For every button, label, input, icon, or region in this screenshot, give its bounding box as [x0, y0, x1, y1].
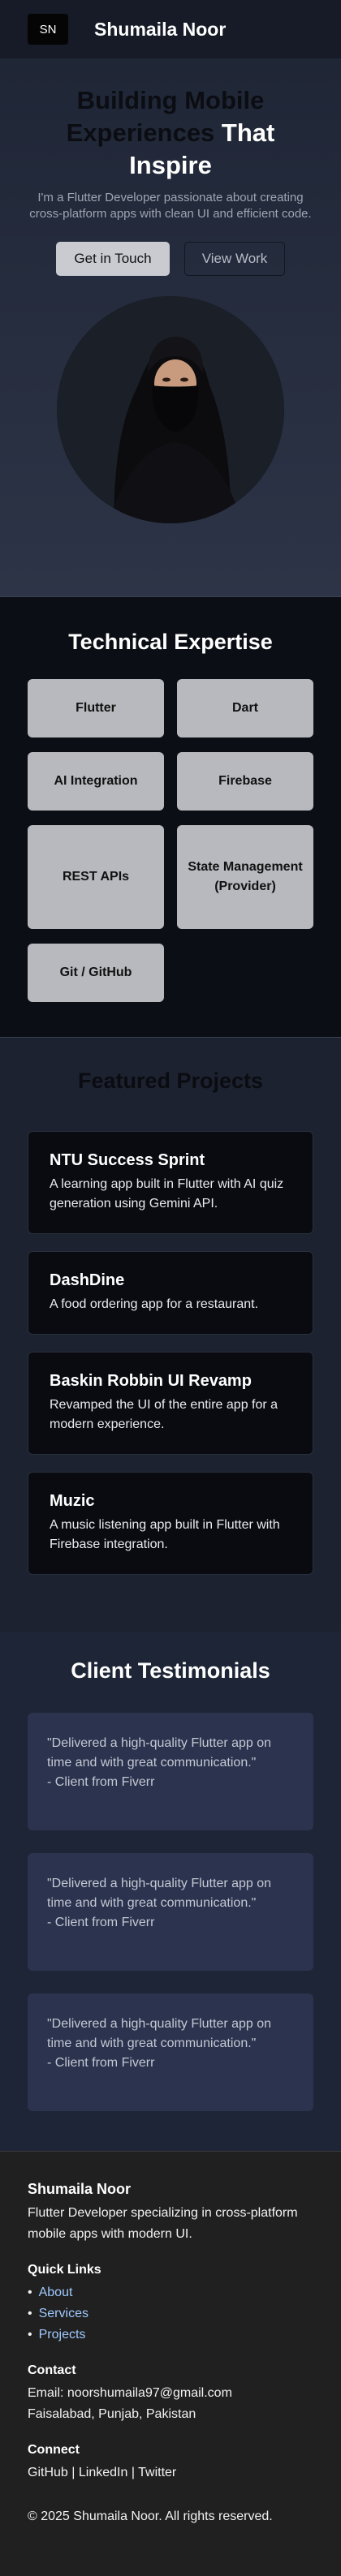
skill-card: AI Integration: [28, 752, 164, 811]
skill-card: State Management (Provider): [177, 825, 313, 929]
project-list: NTU Success Sprint A learning app built …: [0, 1131, 341, 1575]
project-name: NTU Success Sprint: [50, 1151, 205, 1169]
testimonial-card: "Delivered a high-quality Flutter app on…: [28, 1853, 313, 1971]
testimonials-title: Client Testimonials: [71, 1658, 270, 1683]
testimonials-section: Client Testimonials "Delivered a high-qu…: [0, 1632, 341, 2151]
project-name: Muzic: [50, 1492, 95, 1510]
skill-card: Dart: [177, 679, 313, 738]
projects-section: Featured Projects NTU Success Sprint A l…: [0, 1037, 341, 1632]
connect-title: Connect: [28, 2443, 80, 2457]
testimonial-author: - Client from Fiverr: [47, 2056, 155, 2070]
copyright: © 2025 Shumaila Noor. All rights reserve…: [28, 2509, 273, 2523]
project-card[interactable]: DashDine A food ordering app for a resta…: [28, 1251, 313, 1335]
expertise-title: Technical Expertise: [68, 630, 273, 654]
projects-title: Featured Projects: [77, 1069, 264, 1093]
avatar-illustration: [57, 296, 284, 523]
project-name: Baskin Robbin UI Revamp: [50, 1372, 252, 1390]
testimonial-card: "Delivered a high-quality Flutter app on…: [28, 1713, 313, 1830]
skill-card: REST APIs: [28, 825, 164, 929]
hero-title: Building Mobile Experiences That Inspire: [49, 84, 292, 182]
social-link-linkedin[interactable]: LinkedIn: [79, 2466, 128, 2479]
footer-about: Shumaila Noor Flutter Developer speciali…: [28, 2181, 313, 2245]
get-in-touch-button[interactable]: Get in Touch: [56, 242, 170, 276]
footer-link-projects[interactable]: Projects: [28, 2324, 313, 2346]
view-work-button[interactable]: View Work: [184, 242, 285, 276]
quick-links-title: Quick Links: [28, 2263, 101, 2277]
project-card[interactable]: Muzic A music listening app built in Flu…: [28, 1472, 313, 1575]
contact-location: Faisalabad, Punjab, Pakistan: [28, 2407, 196, 2421]
skill-card: Firebase: [177, 752, 313, 811]
project-card[interactable]: Baskin Robbin UI Revamp Revamped the UI …: [28, 1352, 313, 1455]
testimonial-quote: "Delivered a high-quality Flutter app on…: [47, 2017, 272, 2050]
social-link-github[interactable]: GitHub: [28, 2466, 68, 2479]
footer-contact: Contact Email: noorshumaila97@gmail.com …: [28, 2363, 313, 2425]
logo-badge[interactable]: SN: [28, 14, 68, 45]
social-links: GitHub | LinkedIn | Twitter: [28, 2466, 177, 2479]
testimonial-author: - Client from Fiverr: [47, 1916, 155, 1929]
site-header: SN Shumaila Noor: [0, 0, 341, 58]
social-link-twitter[interactable]: Twitter: [138, 2466, 176, 2479]
testimonial-quote: "Delivered a high-quality Flutter app on…: [47, 1877, 272, 1910]
testimonial-card: "Delivered a high-quality Flutter app on…: [28, 1993, 313, 2111]
skill-card: Flutter: [28, 679, 164, 738]
footer-connect: Connect GitHub | LinkedIn | Twitter: [28, 2443, 313, 2484]
project-card[interactable]: NTU Success Sprint A learning app built …: [28, 1131, 313, 1234]
skills-grid: Flutter Dart AI Integration Firebase RES…: [0, 679, 341, 1002]
quick-links-list: About Services Projects: [28, 2282, 313, 2346]
footer-link-about[interactable]: About: [28, 2282, 313, 2303]
project-description: Revamped the UI of the entire app for a …: [50, 1398, 278, 1431]
project-name: DashDine: [50, 1271, 125, 1289]
hero-subtitle: I'm a Flutter Developer passionate about…: [29, 191, 312, 221]
project-description: A food ordering app for a restaurant.: [50, 1297, 259, 1311]
testimonial-author: - Client from Fiverr: [47, 1775, 155, 1789]
contact-title: Contact: [28, 2363, 76, 2377]
footer-tagline: Flutter Developer specializing in cross-…: [28, 2206, 298, 2241]
project-description: A music listening app built in Flutter w…: [50, 1518, 280, 1551]
profile-avatar: [57, 296, 284, 523]
hero-actions: Get in Touch View Work: [0, 242, 341, 276]
project-description: A learning app built in Flutter with AI …: [50, 1177, 284, 1211]
contact-email[interactable]: Email: noorshumaila97@gmail.com: [28, 2383, 313, 2404]
skill-card: Git / GitHub: [28, 944, 164, 1002]
expertise-section: Technical Expertise Flutter Dart AI Inte…: [0, 596, 341, 1037]
brand-name[interactable]: Shumaila Noor: [94, 19, 226, 41]
testimonial-quote: "Delivered a high-quality Flutter app on…: [47, 1736, 272, 1770]
site-footer: Shumaila Noor Flutter Developer speciali…: [0, 2151, 341, 2576]
hero-section: Building Mobile Experiences That Inspire…: [0, 58, 341, 596]
footer-name: Shumaila Noor: [28, 2181, 132, 2197]
footer-quick-links: Quick Links About Services Projects: [28, 2263, 313, 2346]
testimonial-list: "Delivered a high-quality Flutter app on…: [0, 1713, 341, 2111]
footer-link-services[interactable]: Services: [28, 2303, 313, 2324]
